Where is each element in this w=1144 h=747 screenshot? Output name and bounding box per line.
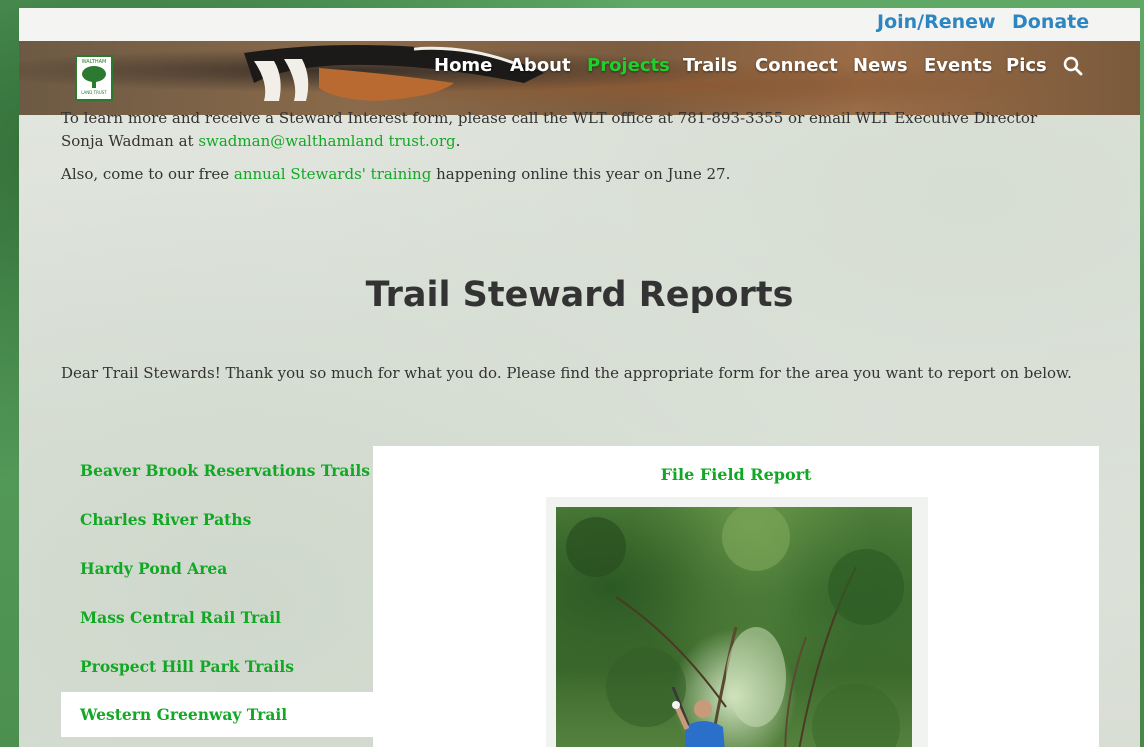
sidebar-item-western-greenway[interactable]: Western Greenway Trail [61,692,373,737]
header-banner: WALTHAM LAND TRUST Home About Projects T… [19,41,1140,115]
donate-link[interactable]: Donate [1012,11,1089,33]
intro-line-3: Also, come to our free annual Stewards' … [61,163,1081,186]
nav-connect[interactable]: Connect [755,55,838,76]
search-icon[interactable] [1063,56,1083,76]
sidebar-item-hardy-pond[interactable]: Hardy Pond Area [61,546,373,591]
report-panel: File Field Report [373,446,1099,747]
intro-line-1: To learn more and receive a Steward Inte… [61,109,1038,127]
intro-line-2-prefix: Sonja Wadman at [61,132,199,150]
sidebar-item-charles-river[interactable]: Charles River Paths [61,497,373,542]
section-subtext: Dear Trail Stewards! Thank you so much f… [61,364,1072,382]
foliage-graphic [566,507,904,747]
nav-home[interactable]: Home [434,55,492,76]
intro-line-2: Sonja Wadman at swadman@walthamland trus… [61,130,1081,153]
page: Join/Renew Donate WALTHAM LAND TRUST Hom… [19,8,1140,747]
nav-pics[interactable]: Pics [1006,55,1047,76]
nav-projects[interactable]: Projects [587,55,670,76]
logo-bottom-text: LAND TRUST [81,90,107,95]
nav-events[interactable]: Events [924,55,992,76]
section-title: Trail Steward Reports [365,275,794,315]
volunteer-figure [671,687,725,747]
trail-steward-photo [556,507,912,747]
nav-about[interactable]: About [510,55,571,76]
file-field-report-link[interactable]: File Field Report [373,465,1099,484]
sidebar-item-prospect-hill[interactable]: Prospect Hill Park Trails [61,644,373,689]
intro-line-3-suffix: happening online this year on June 27. [431,165,731,183]
nav-trails[interactable]: Trails [683,55,737,76]
stewards-training-link[interactable]: annual Stewards' training [234,165,431,183]
intro-line-2-suffix: . [455,132,461,150]
waltham-land-trust-logo[interactable]: WALTHAM LAND TRUST [75,55,113,101]
sidebar-item-beaver-brook[interactable]: Beaver Brook Reservations Trails [61,448,373,493]
nav-news[interactable]: News [853,55,908,76]
photo-frame [546,497,928,747]
sidebar-item-mass-central[interactable]: Mass Central Rail Trail [61,595,373,640]
duck-banner-image [244,44,544,101]
tree-icon [82,66,106,88]
join-renew-link[interactable]: Join/Renew [877,11,996,33]
intro-line-3-prefix: Also, come to our free [61,165,234,183]
email-link[interactable]: swadman@walthamland trust.org [198,132,455,150]
top-bar: Join/Renew Donate [19,8,1140,41]
